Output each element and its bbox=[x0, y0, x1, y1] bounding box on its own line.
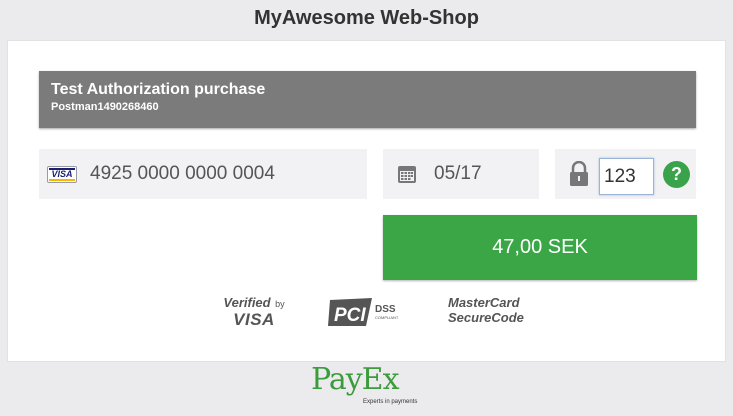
cvc-input[interactable] bbox=[599, 158, 654, 195]
purchase-title: Test Authorization purchase bbox=[51, 81, 266, 98]
mastercard-securecode-logo: MasterCard SecureCode bbox=[448, 295, 524, 325]
calendar-icon bbox=[397, 164, 417, 189]
svg-text:DSS: DSS bbox=[375, 304, 396, 315]
svg-text:COMPLIANT: COMPLIANT bbox=[375, 315, 399, 320]
lock-icon bbox=[568, 160, 590, 192]
payex-brand: PayEx bbox=[311, 362, 399, 397]
card-number-value[interactable]: 4925 0000 0000 0004 bbox=[90, 163, 275, 185]
verified-by-visa-logo: Verified by VISA bbox=[223, 295, 285, 329]
expiry-date-value[interactable]: 05/17 bbox=[434, 163, 482, 185]
shop-title: MyAwesome Web-Shop bbox=[254, 7, 479, 29]
svg-text:PCI: PCI bbox=[334, 305, 366, 326]
pci-dss-logo: PCI DSS COMPLIANT bbox=[328, 296, 408, 333]
purchase-header: Test Authorization purchase Postman14902… bbox=[39, 71, 696, 128]
help-icon[interactable]: ? bbox=[663, 161, 690, 188]
purchase-reference: Postman1490268460 bbox=[51, 101, 159, 113]
payment-panel: Test Authorization purchase Postman14902… bbox=[7, 40, 726, 362]
payex-logo: PayEx Experts in payments bbox=[311, 362, 431, 412]
cvc-field: ? bbox=[555, 149, 696, 199]
card-number-field[interactable]: VISA 4925 0000 0000 0004 bbox=[39, 149, 367, 199]
payex-tagline: Experts in payments bbox=[363, 399, 418, 405]
security-logos: Verified by VISA PCI DSS COMPLIANT Maste… bbox=[8, 293, 725, 333]
expiry-date-field[interactable]: 05/17 bbox=[383, 149, 539, 199]
visa-card-icon: VISA bbox=[47, 166, 77, 183]
pay-button[interactable]: 47,00 SEK bbox=[383, 215, 697, 280]
